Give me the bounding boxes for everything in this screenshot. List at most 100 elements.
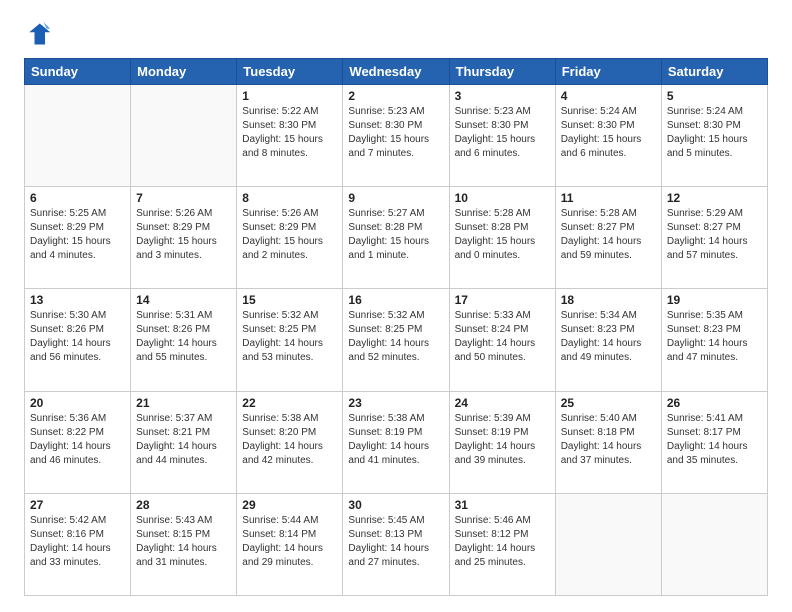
cell-content: Sunrise: 5:35 AM Sunset: 8:23 PM Dayligh…	[667, 309, 762, 365]
calendar-cell: 18 Sunrise: 5:34 AM Sunset: 8:23 PM Dayli…	[555, 289, 661, 391]
calendar-cell: 27 Sunrise: 5:42 AM Sunset: 8:16 PM Dayli…	[25, 493, 131, 595]
day-number: 17	[455, 293, 550, 307]
day-number: 8	[242, 191, 337, 205]
calendar-cell: 31 Sunrise: 5:46 AM Sunset: 8:12 PM Dayli…	[449, 493, 555, 595]
calendar-cell	[131, 85, 237, 187]
week-row-2: 6 Sunrise: 5:25 AM Sunset: 8:29 PM Daylig…	[25, 187, 768, 289]
calendar-cell: 11 Sunrise: 5:28 AM Sunset: 8:27 PM Dayli…	[555, 187, 661, 289]
cell-content: Sunrise: 5:26 AM Sunset: 8:29 PM Dayligh…	[242, 207, 337, 263]
calendar-cell: 16 Sunrise: 5:32 AM Sunset: 8:25 PM Dayli…	[343, 289, 449, 391]
day-number: 30	[348, 498, 443, 512]
calendar-cell: 25Sunrise: 5:40 AM Sunset: 8:18 PM Dayli…	[555, 391, 661, 493]
calendar-cell: 3 Sunrise: 5:23 AM Sunset: 8:30 PM Daylig…	[449, 85, 555, 187]
day-number: 13	[30, 293, 125, 307]
logo	[24, 20, 56, 48]
day-number: 3	[455, 89, 550, 103]
calendar-cell: 12 Sunrise: 5:29 AM Sunset: 8:27 PM Dayli…	[661, 187, 767, 289]
cell-content: Sunrise: 5:24 AM Sunset: 8:30 PM Dayligh…	[561, 105, 656, 161]
calendar-cell: 4 Sunrise: 5:24 AM Sunset: 8:30 PM Daylig…	[555, 85, 661, 187]
cell-content: Sunrise: 5:42 AM Sunset: 8:16 PM Dayligh…	[30, 514, 125, 570]
cell-content: Sunrise: 5:28 AM Sunset: 8:28 PM Dayligh…	[455, 207, 550, 263]
cell-content: Sunrise: 5:32 AM Sunset: 8:25 PM Dayligh…	[348, 309, 443, 365]
cell-content: Sunrise: 5:30 AM Sunset: 8:26 PM Dayligh…	[30, 309, 125, 365]
day-number: 7	[136, 191, 231, 205]
calendar-cell: 23 Sunrise: 5:38 AM Sunset: 8:19 PM Dayli…	[343, 391, 449, 493]
day-number: 12	[667, 191, 762, 205]
day-number: 31	[455, 498, 550, 512]
cell-content: Sunrise: 5:25 AM Sunset: 8:29 PM Dayligh…	[30, 207, 125, 263]
cell-content: Sunrise: 5:37 AM Sunset: 8:21 PM Dayligh…	[136, 412, 231, 468]
day-number: 5	[667, 89, 762, 103]
calendar-cell: 9Sunrise: 5:27 AM Sunset: 8:28 PM Daylig…	[343, 187, 449, 289]
weekday-header-friday: Friday	[555, 59, 661, 85]
calendar-table: SundayMondayTuesdayWednesdayThursdayFrid…	[24, 58, 768, 596]
cell-content: Sunrise: 5:26 AM Sunset: 8:29 PM Dayligh…	[136, 207, 231, 263]
cell-content: Sunrise: 5:22 AM Sunset: 8:30 PM Dayligh…	[242, 105, 337, 161]
calendar-cell: 13 Sunrise: 5:30 AM Sunset: 8:26 PM Dayli…	[25, 289, 131, 391]
calendar-cell: 1Sunrise: 5:22 AM Sunset: 8:30 PM Daylig…	[237, 85, 343, 187]
day-number: 15	[242, 293, 337, 307]
calendar-cell: 10 Sunrise: 5:28 AM Sunset: 8:28 PM Dayli…	[449, 187, 555, 289]
cell-content: Sunrise: 5:29 AM Sunset: 8:27 PM Dayligh…	[667, 207, 762, 263]
cell-content: Sunrise: 5:38 AM Sunset: 8:20 PM Dayligh…	[242, 412, 337, 468]
cell-content: Sunrise: 5:44 AM Sunset: 8:14 PM Dayligh…	[242, 514, 337, 570]
calendar-cell: 2 Sunrise: 5:23 AM Sunset: 8:30 PM Daylig…	[343, 85, 449, 187]
weekday-header-saturday: Saturday	[661, 59, 767, 85]
calendar-cell: 29 Sunrise: 5:44 AM Sunset: 8:14 PM Dayli…	[237, 493, 343, 595]
calendar-cell: 15 Sunrise: 5:32 AM Sunset: 8:25 PM Dayli…	[237, 289, 343, 391]
day-number: 4	[561, 89, 656, 103]
calendar-cell	[555, 493, 661, 595]
day-number: 24	[455, 396, 550, 410]
week-row-1: 1Sunrise: 5:22 AM Sunset: 8:30 PM Daylig…	[25, 85, 768, 187]
day-number: 2	[348, 89, 443, 103]
day-number: 14	[136, 293, 231, 307]
calendar-cell: 22 Sunrise: 5:38 AM Sunset: 8:20 PM Dayli…	[237, 391, 343, 493]
day-number: 16	[348, 293, 443, 307]
cell-content: Sunrise: 5:45 AM Sunset: 8:13 PM Dayligh…	[348, 514, 443, 570]
day-number: 20	[30, 396, 125, 410]
cell-content: Sunrise: 5:46 AM Sunset: 8:12 PM Dayligh…	[455, 514, 550, 570]
day-number: 21	[136, 396, 231, 410]
day-number: 6	[30, 191, 125, 205]
calendar-cell: 26 Sunrise: 5:41 AM Sunset: 8:17 PM Dayli…	[661, 391, 767, 493]
week-row-5: 27 Sunrise: 5:42 AM Sunset: 8:16 PM Dayli…	[25, 493, 768, 595]
day-number: 29	[242, 498, 337, 512]
day-number: 26	[667, 396, 762, 410]
cell-content: Sunrise: 5:23 AM Sunset: 8:30 PM Dayligh…	[348, 105, 443, 161]
calendar-cell: 28Sunrise: 5:43 AM Sunset: 8:15 PM Dayli…	[131, 493, 237, 595]
calendar-cell	[25, 85, 131, 187]
weekday-header-row: SundayMondayTuesdayWednesdayThursdayFrid…	[25, 59, 768, 85]
calendar-cell: 7 Sunrise: 5:26 AM Sunset: 8:29 PM Daylig…	[131, 187, 237, 289]
cell-content: Sunrise: 5:32 AM Sunset: 8:25 PM Dayligh…	[242, 309, 337, 365]
day-number: 19	[667, 293, 762, 307]
cell-content: Sunrise: 5:36 AM Sunset: 8:22 PM Dayligh…	[30, 412, 125, 468]
day-number: 25	[561, 396, 656, 410]
day-number: 11	[561, 191, 656, 205]
cell-content: Sunrise: 5:39 AM Sunset: 8:19 PM Dayligh…	[455, 412, 550, 468]
day-number: 27	[30, 498, 125, 512]
calendar-cell: 17Sunrise: 5:33 AM Sunset: 8:24 PM Dayli…	[449, 289, 555, 391]
calendar-cell	[661, 493, 767, 595]
cell-content: Sunrise: 5:41 AM Sunset: 8:17 PM Dayligh…	[667, 412, 762, 468]
day-number: 18	[561, 293, 656, 307]
cell-content: Sunrise: 5:28 AM Sunset: 8:27 PM Dayligh…	[561, 207, 656, 263]
calendar-cell: 19 Sunrise: 5:35 AM Sunset: 8:23 PM Dayli…	[661, 289, 767, 391]
cell-content: Sunrise: 5:31 AM Sunset: 8:26 PM Dayligh…	[136, 309, 231, 365]
logo-icon	[24, 20, 52, 48]
calendar-cell: 6 Sunrise: 5:25 AM Sunset: 8:29 PM Daylig…	[25, 187, 131, 289]
day-number: 23	[348, 396, 443, 410]
weekday-header-thursday: Thursday	[449, 59, 555, 85]
calendar-cell: 8 Sunrise: 5:26 AM Sunset: 8:29 PM Daylig…	[237, 187, 343, 289]
day-number: 22	[242, 396, 337, 410]
cell-content: Sunrise: 5:34 AM Sunset: 8:23 PM Dayligh…	[561, 309, 656, 365]
weekday-header-tuesday: Tuesday	[237, 59, 343, 85]
weekday-header-wednesday: Wednesday	[343, 59, 449, 85]
cell-content: Sunrise: 5:38 AM Sunset: 8:19 PM Dayligh…	[348, 412, 443, 468]
cell-content: Sunrise: 5:23 AM Sunset: 8:30 PM Dayligh…	[455, 105, 550, 161]
day-number: 10	[455, 191, 550, 205]
cell-content: Sunrise: 5:24 AM Sunset: 8:30 PM Dayligh…	[667, 105, 762, 161]
calendar-cell: 24 Sunrise: 5:39 AM Sunset: 8:19 PM Dayli…	[449, 391, 555, 493]
weekday-header-monday: Monday	[131, 59, 237, 85]
calendar-cell: 30 Sunrise: 5:45 AM Sunset: 8:13 PM Dayli…	[343, 493, 449, 595]
header	[24, 20, 768, 48]
